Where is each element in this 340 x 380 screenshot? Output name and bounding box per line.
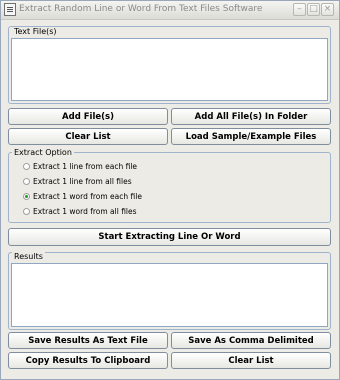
app-document-icon — [4, 3, 16, 16]
results-group — [8, 252, 331, 330]
add-all-folder-button[interactable]: Add All File(s) In Folder — [171, 108, 331, 125]
option-label: Extract 1 word from each file — [33, 191, 142, 201]
extract-option-label: Extract Option — [12, 148, 74, 157]
copy-clipboard-button[interactable]: Copy Results To Clipboard — [8, 352, 168, 369]
load-sample-button[interactable]: Load Sample/Example Files — [171, 128, 331, 145]
add-files-button[interactable]: Add File(s) — [8, 108, 168, 125]
window-title: Extract Random Line or Word From Text Fi… — [19, 4, 263, 14]
clear-list-button[interactable]: Clear List — [8, 128, 168, 145]
save-comma-delimited-button[interactable]: Save As Comma Delimited — [171, 332, 331, 349]
text-files-list[interactable] — [11, 38, 328, 101]
option-label: Extract 1 line from each file — [33, 161, 138, 171]
option-label: Extract 1 line from all files — [33, 176, 132, 186]
option-word-each-file[interactable]: Extract 1 word from each file — [23, 190, 142, 202]
clear-results-button[interactable]: Clear List — [171, 352, 331, 369]
results-list[interactable] — [11, 263, 328, 327]
text-files-group — [8, 26, 331, 104]
results-label: Results — [12, 252, 45, 261]
save-text-file-button[interactable]: Save Results As Text File — [8, 332, 168, 349]
radio-icon[interactable] — [23, 207, 30, 215]
start-extracting-button[interactable]: Start Extracting Line Or Word — [8, 228, 331, 246]
title-bar: Extract Random Line or Word From Text Fi… — [1, 1, 339, 20]
app-window: Extract Random Line or Word From Text Fi… — [0, 0, 340, 380]
radio-icon[interactable] — [23, 177, 30, 185]
maximize-button[interactable]: □ — [307, 3, 320, 16]
option-line-each-file[interactable]: Extract 1 line from each file — [23, 160, 137, 172]
radio-checked-icon[interactable] — [23, 192, 30, 200]
option-label: Extract 1 word from all files — [33, 206, 137, 216]
minimize-button[interactable]: – — [293, 3, 306, 16]
close-button[interactable]: × — [321, 3, 334, 16]
radio-icon[interactable] — [23, 162, 30, 170]
option-line-all-files[interactable]: Extract 1 line from all files — [23, 175, 132, 187]
option-word-all-files[interactable]: Extract 1 word from all files — [23, 205, 137, 217]
text-files-label: Text File(s) — [12, 27, 59, 36]
